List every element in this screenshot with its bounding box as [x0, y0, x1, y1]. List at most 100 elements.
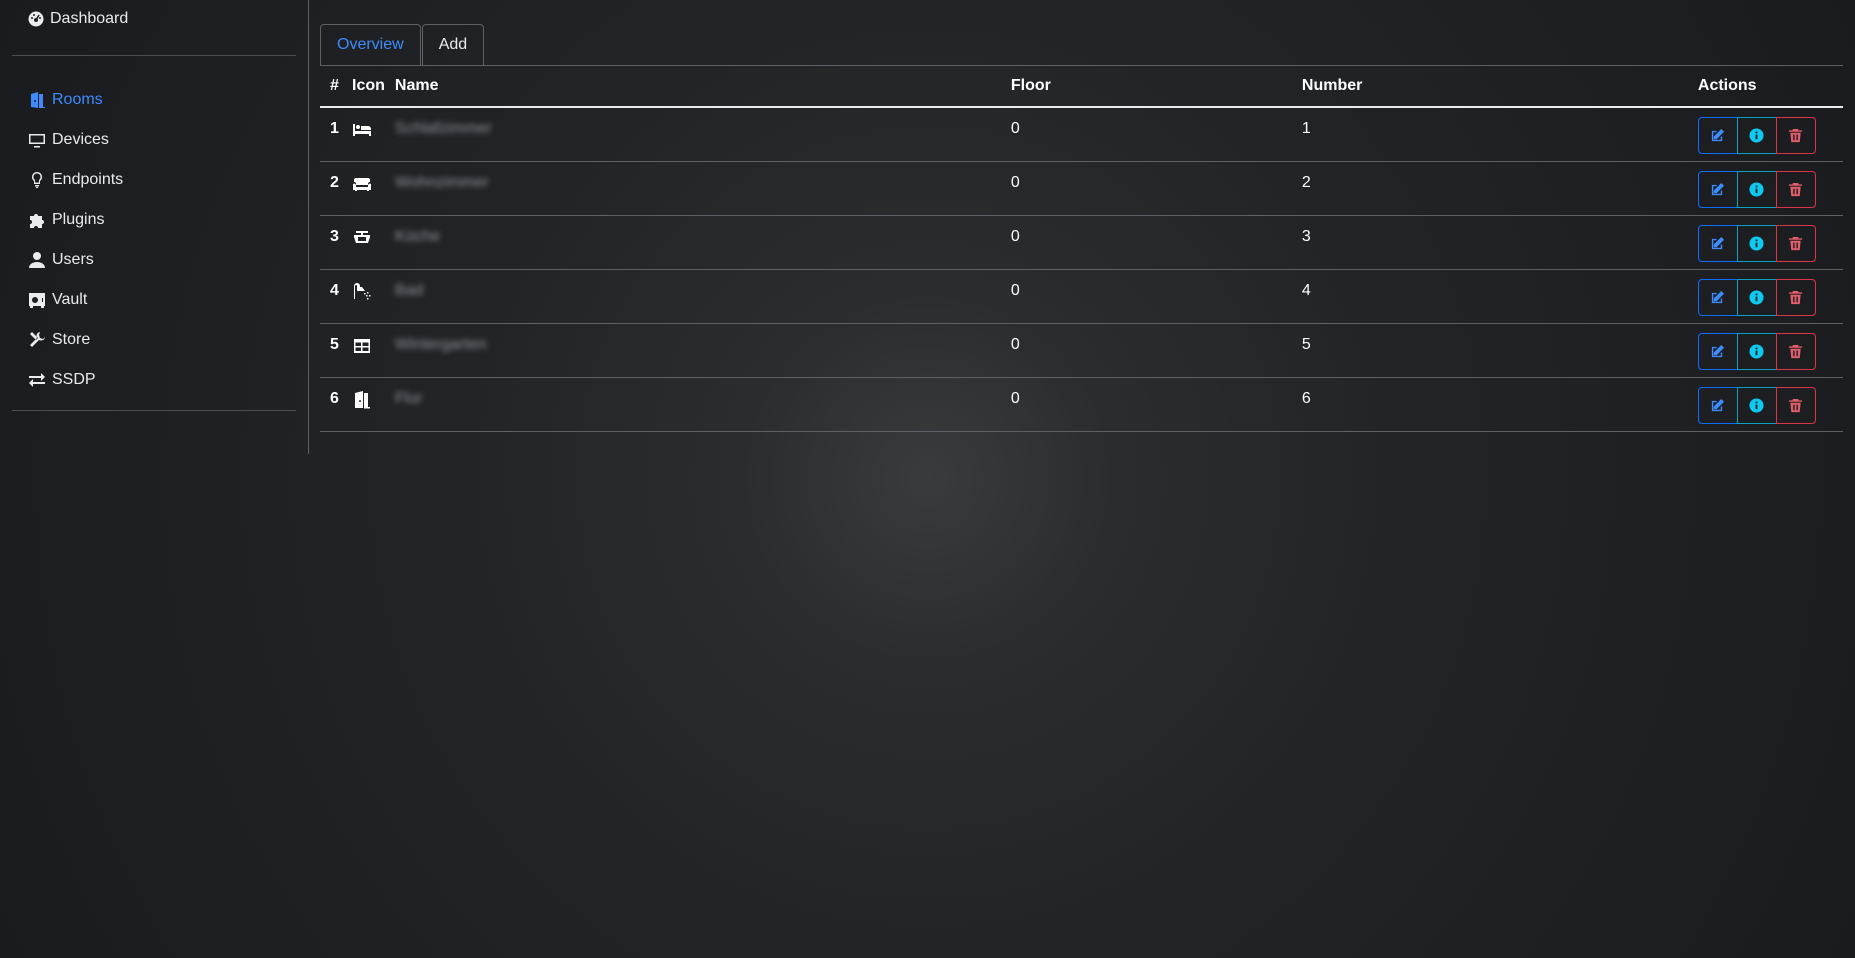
- sidebar-item-endpoints[interactable]: Endpoints: [28, 160, 123, 200]
- edit-button[interactable]: [1697, 224, 1738, 262]
- edit-icon: [1712, 398, 1725, 411]
- table-row: 4 Bad 0 4: [320, 269, 1843, 324]
- sink-icon: [354, 230, 370, 243]
- info-icon: [1749, 181, 1764, 197]
- table-row: 5 Wintergarten 0 5: [320, 323, 1843, 378]
- room-name: Bad: [394, 269, 1001, 324]
- bed-icon: [353, 124, 371, 136]
- edit-button[interactable]: [1697, 278, 1738, 316]
- room-floor: 0: [1000, 161, 1292, 216]
- room-number: 5: [1291, 323, 1688, 378]
- sidebar-item-dashboard[interactable]: Dashboard: [28, 10, 128, 28]
- row-index: 2: [320, 161, 352, 216]
- info-button[interactable]: [1736, 386, 1777, 424]
- info-button[interactable]: [1736, 224, 1777, 262]
- delete-button[interactable]: [1775, 224, 1816, 262]
- sidebar-item-label: Dashboard: [50, 10, 129, 27]
- column-header-name: Name: [394, 66, 1001, 108]
- room-icon-cell: [352, 269, 395, 324]
- delete-button[interactable]: [1775, 278, 1816, 316]
- room-icon-cell: [352, 323, 395, 378]
- room-number: 4: [1291, 269, 1688, 324]
- edit-button[interactable]: [1697, 386, 1738, 424]
- room-name: Flur: [394, 377, 1001, 432]
- room-number: 3: [1291, 215, 1688, 270]
- sidebar-item-devices[interactable]: Devices: [28, 120, 123, 160]
- sidebar-item-label: Rooms: [52, 91, 103, 108]
- info-button[interactable]: [1736, 170, 1777, 208]
- sidebar-item-label: Vault: [52, 291, 88, 308]
- sidebar-item-store[interactable]: Store: [28, 320, 123, 360]
- rooms-table: # Icon Name Floor Number Actions 1 Schla…: [320, 66, 1843, 432]
- table-row: 1 Schlafzimmer 0 1: [320, 107, 1843, 162]
- room-name: Küche: [394, 215, 1001, 270]
- info-button[interactable]: [1736, 278, 1777, 316]
- sidebar-item-label: SSDP: [52, 371, 96, 388]
- sidebar-item-label: Endpoints: [52, 171, 124, 188]
- edit-button[interactable]: [1697, 332, 1738, 370]
- room-name: Wintergarten: [394, 323, 1001, 378]
- edit-icon: [1712, 128, 1725, 142]
- tab-add[interactable]: Add: [421, 24, 485, 65]
- trash-icon: [1789, 398, 1803, 412]
- sidebar-item-ssdp[interactable]: SSDP: [28, 360, 123, 400]
- info-button[interactable]: [1736, 117, 1777, 154]
- info-icon: [1749, 289, 1764, 305]
- info-icon: [1749, 235, 1764, 251]
- door-open-icon: [355, 390, 370, 408]
- edit-icon: [1712, 182, 1725, 195]
- sidebar: Dashboard Rooms Devices Endpoints Plugin…: [0, 0, 309, 454]
- row-actions: [1687, 377, 1843, 432]
- column-header-room-number: Number: [1291, 66, 1688, 108]
- trash-icon: [1789, 128, 1803, 143]
- edit-button[interactable]: [1697, 170, 1738, 208]
- divider: [12, 410, 296, 411]
- sidebar-item-label: Users: [52, 251, 94, 268]
- room-name: Schlafzimmer: [394, 107, 1001, 162]
- trash-icon: [1789, 236, 1803, 250]
- tab-overview[interactable]: Overview: [320, 24, 421, 65]
- info-icon: [1749, 397, 1764, 413]
- edit-button[interactable]: [1697, 117, 1738, 154]
- row-index: 4: [320, 269, 352, 324]
- room-icon-cell: [352, 161, 395, 216]
- row-index: 3: [320, 215, 352, 270]
- sidebar-item-plugins[interactable]: Plugins: [28, 200, 123, 240]
- column-header-icon: Icon: [352, 66, 395, 108]
- edit-icon: [1712, 290, 1725, 303]
- table-row: 2 Wohnzimmer 0 2: [320, 161, 1843, 216]
- delete-button[interactable]: [1775, 332, 1816, 370]
- column-header-number: #: [320, 66, 352, 108]
- delete-button[interactable]: [1775, 386, 1816, 424]
- info-icon: [1749, 128, 1764, 143]
- room-name: Wohnzimmer: [394, 161, 1001, 216]
- info-button[interactable]: [1736, 332, 1777, 370]
- delete-button[interactable]: [1775, 117, 1816, 154]
- tab-bar: Overview Add: [320, 24, 1843, 66]
- row-index: 6: [320, 377, 352, 432]
- sidebar-item-label: Store: [52, 331, 91, 348]
- puzzle-icon: [30, 214, 44, 228]
- delete-button[interactable]: [1775, 170, 1816, 208]
- sidebar-item-label: Plugins: [52, 211, 105, 228]
- trash-icon: [1789, 344, 1803, 358]
- info-icon: [1749, 343, 1764, 359]
- row-actions: [1687, 323, 1843, 378]
- door-open-icon: [31, 92, 45, 108]
- dashboard-gauge-icon: [28, 11, 44, 27]
- room-floor: 0: [1000, 377, 1292, 432]
- room-number: 2: [1291, 161, 1688, 216]
- sidebar-item-vault[interactable]: Vault: [28, 280, 123, 320]
- sidebar-nav: Rooms Devices Endpoints Plugins Users Va…: [28, 80, 123, 400]
- room-floor: 0: [1000, 269, 1292, 324]
- row-actions: [1687, 161, 1843, 216]
- sidebar-item-rooms[interactable]: Rooms: [28, 80, 123, 120]
- sidebar-item-users[interactable]: Users: [28, 240, 123, 280]
- tools-icon: [30, 332, 45, 347]
- room-floor: 0: [1000, 323, 1292, 378]
- column-header-actions: Actions: [1687, 66, 1843, 108]
- row-index: 5: [320, 323, 352, 378]
- row-index: 1: [320, 107, 352, 162]
- table-row: 3 Küche 0 3: [320, 215, 1843, 270]
- room-number: 6: [1291, 377, 1688, 432]
